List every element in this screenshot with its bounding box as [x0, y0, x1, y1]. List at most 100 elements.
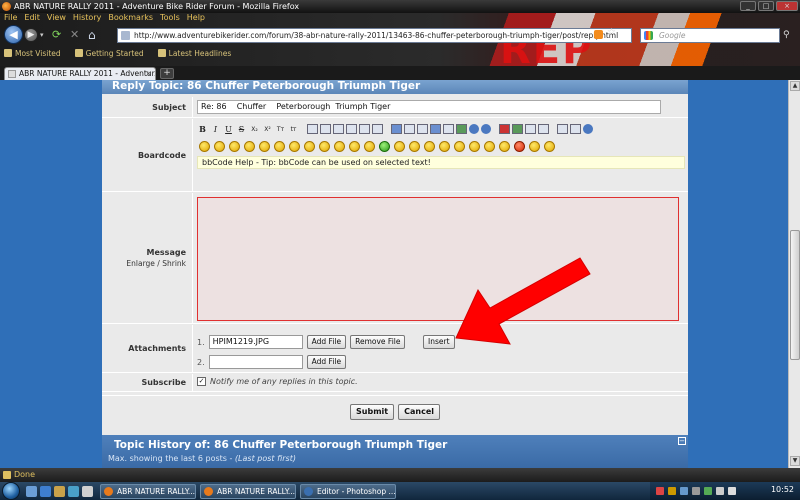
explorer-icon[interactable]: [54, 486, 65, 497]
subscript-button[interactable]: X₂: [249, 124, 260, 135]
tray-icon[interactable]: [668, 487, 676, 495]
attachment-1-file-input[interactable]: HPIM1219.JPG: [208, 335, 303, 349]
tray-icon[interactable]: [704, 487, 712, 495]
smiley-icon[interactable]: [529, 141, 540, 152]
table-icon[interactable]: [417, 124, 428, 134]
scroll-down-icon[interactable]: ▼: [790, 456, 800, 466]
email-icon[interactable]: [481, 124, 491, 134]
help-icon[interactable]: [583, 124, 593, 134]
globe-icon[interactable]: [469, 124, 479, 134]
strikethrough-button[interactable]: S: [236, 124, 247, 135]
cancel-button[interactable]: Cancel: [398, 403, 440, 420]
menu-tools[interactable]: Tools: [160, 13, 180, 24]
quicklaunch-expand-icon[interactable]: [82, 486, 93, 497]
history-dropdown-icon[interactable]: ▾: [40, 31, 48, 39]
video-icon[interactable]: [499, 124, 510, 134]
smiley-icon[interactable]: [424, 141, 435, 152]
search-input[interactable]: Google: [640, 28, 780, 43]
page-scrollbar[interactable]: ▲ ▼: [788, 80, 800, 468]
smiley-icon[interactable]: [199, 141, 210, 152]
attachment-icon[interactable]: [456, 124, 467, 134]
smiley-icon[interactable]: [274, 141, 285, 152]
map-icon[interactable]: [512, 124, 523, 134]
align-left-icon[interactable]: [333, 124, 344, 134]
horizontal-rule-icon[interactable]: [557, 124, 568, 134]
add-file-button-2[interactable]: Add File: [306, 355, 347, 369]
close-button[interactable]: ×: [776, 1, 798, 11]
superscript-button[interactable]: X²: [262, 124, 273, 135]
menu-edit[interactable]: Edit: [24, 13, 40, 24]
tray-icon[interactable]: [680, 487, 688, 495]
enlarge-shrink-link[interactable]: Enlarge / Shrink: [126, 259, 186, 268]
preview-icon[interactable]: [570, 124, 581, 134]
home-icon[interactable]: ⌂: [88, 28, 102, 42]
scrollbar-thumb[interactable]: [790, 230, 800, 360]
small-text-button[interactable]: tт: [288, 124, 299, 135]
smiley-icon[interactable]: [349, 141, 360, 152]
align-right-icon[interactable]: [359, 124, 370, 134]
start-button[interactable]: [2, 482, 20, 500]
underline-button[interactable]: U: [223, 124, 234, 135]
smiley-icon[interactable]: [379, 141, 390, 152]
reload-icon[interactable]: ⟳: [52, 29, 64, 41]
quote-icon[interactable]: [391, 124, 402, 134]
bookmark-star-icon[interactable]: ☆: [607, 27, 616, 38]
bold-button[interactable]: B: [197, 124, 208, 135]
media-player-icon[interactable]: [68, 486, 79, 497]
smiley-icon[interactable]: [469, 141, 480, 152]
image-icon[interactable]: [430, 124, 441, 134]
taskbar-item-photoshop[interactable]: Editor - Photoshop ...: [300, 484, 396, 499]
forward-button[interactable]: ▶: [24, 28, 38, 42]
bullet-list-icon[interactable]: [307, 124, 318, 134]
collapse-icon[interactable]: −: [678, 437, 686, 445]
clock[interactable]: 10:52: [771, 485, 794, 494]
align-center-icon[interactable]: [346, 124, 357, 134]
submit-button[interactable]: Submit: [350, 403, 395, 420]
maximize-button[interactable]: □: [758, 1, 774, 11]
show-desktop-icon[interactable]: [26, 486, 37, 497]
stop-icon[interactable]: ✕: [70, 29, 82, 41]
smiley-icon[interactable]: [289, 141, 300, 152]
smiley-icon[interactable]: [499, 141, 510, 152]
link-icon[interactable]: [443, 124, 454, 134]
smiley-icon[interactable]: [514, 141, 525, 152]
back-button[interactable]: ◀: [4, 25, 23, 44]
menu-help[interactable]: Help: [187, 13, 205, 24]
subject-input[interactable]: Re: 86 Chuffer Peterborough Triumph Tige…: [197, 100, 661, 114]
insert-button[interactable]: Insert: [423, 335, 455, 349]
volume-icon[interactable]: [728, 487, 736, 495]
numbered-list-icon[interactable]: [320, 124, 331, 134]
menu-file[interactable]: File: [4, 13, 17, 24]
internet-explorer-icon[interactable]: [40, 486, 51, 497]
smiley-icon[interactable]: [394, 141, 405, 152]
menu-view[interactable]: View: [47, 13, 66, 24]
scroll-up-icon[interactable]: ▲: [790, 81, 800, 91]
smiley-icon[interactable]: [484, 141, 495, 152]
tray-icon[interactable]: [692, 487, 700, 495]
smiley-icon[interactable]: [364, 141, 375, 152]
smiley-icon[interactable]: [409, 141, 420, 152]
tab-close-icon[interactable]: ×: [145, 68, 152, 80]
add-file-button-1[interactable]: Add File: [306, 335, 347, 349]
bookmark-most-visited[interactable]: Most Visited: [4, 47, 61, 59]
indent-icon[interactable]: [372, 124, 383, 134]
subscribe-checkbox[interactable]: ✓: [197, 377, 206, 386]
hide-icon[interactable]: [538, 124, 549, 134]
smiley-icon[interactable]: [439, 141, 450, 152]
smiley-icon[interactable]: [214, 141, 225, 152]
message-textarea[interactable]: [197, 197, 679, 321]
font-size-button[interactable]: Tт: [275, 124, 286, 135]
attachment-2-file-input[interactable]: [208, 355, 303, 369]
smiley-icon[interactable]: [259, 141, 270, 152]
url-bar[interactable]: http://www.adventurebikerider.com/forum/…: [117, 28, 632, 43]
menu-history[interactable]: History: [73, 13, 101, 24]
smiley-icon[interactable]: [319, 141, 330, 152]
google-icon[interactable]: [644, 31, 653, 40]
minimize-button[interactable]: _: [740, 1, 756, 11]
bookmark-latest-headlines[interactable]: Latest Headlines: [157, 47, 231, 59]
tab-active[interactable]: ABR NATURE RALLY 2011 - Adventur... ×: [4, 67, 156, 80]
rss-feed-icon[interactable]: [594, 30, 603, 39]
smiley-icon[interactable]: [334, 141, 345, 152]
menu-bookmarks[interactable]: Bookmarks: [108, 13, 153, 24]
smiley-icon[interactable]: [544, 141, 555, 152]
